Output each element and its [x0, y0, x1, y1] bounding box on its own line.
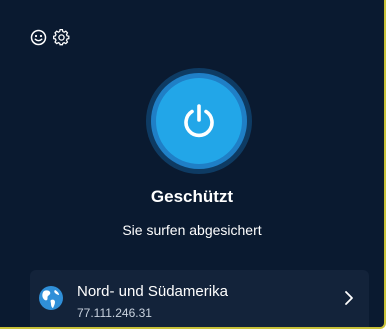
status-title: Geschützt — [150, 187, 234, 206]
chevron-right-icon — [345, 291, 353, 305]
status-subtitle: Sie surfen abgesichert — [122, 222, 262, 238]
location-selector[interactable]: Nord- und Südamerika 77.111.246.31 — [30, 270, 369, 327]
power-button-halo — [146, 68, 252, 174]
location-name: Nord- und Südamerika — [77, 283, 228, 300]
smiley-icon[interactable] — [30, 29, 47, 46]
top-toolbar — [30, 29, 70, 46]
power-button[interactable] — [156, 78, 242, 164]
vpn-panel: Geschützt Sie surfen abgesichert Nord- u… — [0, 0, 386, 329]
power-icon — [184, 104, 214, 138]
globe-icon — [39, 286, 63, 310]
power-button-ring — [151, 73, 247, 169]
gear-icon[interactable] — [53, 29, 70, 46]
ip-address: 77.111.246.31 — [77, 306, 152, 320]
